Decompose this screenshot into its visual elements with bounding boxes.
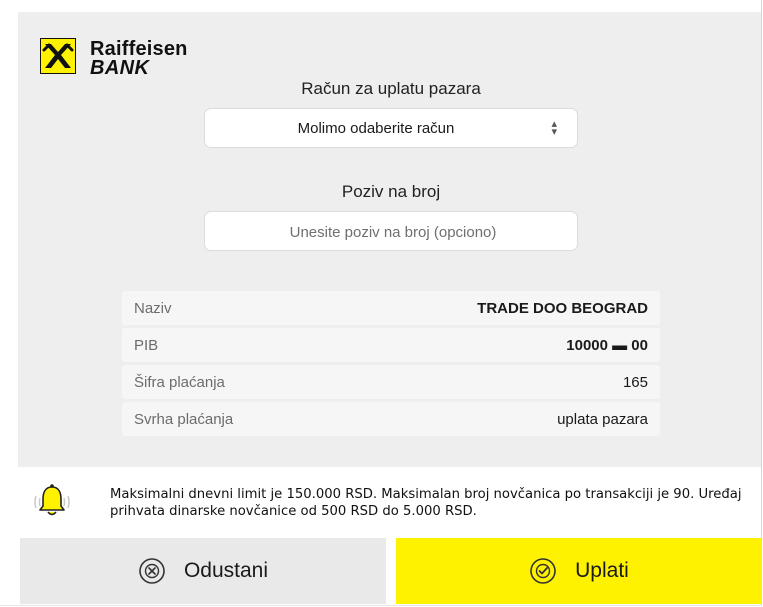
pay-button[interactable]: Uplati: [396, 538, 762, 604]
raiffeisen-gable-cross-icon: [40, 38, 76, 74]
details-row-svrha: Svrha plaćanja uplata pazara: [122, 402, 660, 436]
select-arrows-icon: ▴ ▾: [551, 118, 557, 138]
account-label: Račun za uplatu pazara: [301, 79, 481, 98]
details-key: Svrha plaćanja: [134, 410, 234, 428]
reference-input[interactable]: [205, 212, 581, 252]
details-row-pib: PIB 10000 ▬ 00: [122, 328, 660, 362]
details-value: 165: [622, 373, 648, 391]
reference-label: Poziv na broj: [341, 182, 441, 201]
cancel-icon: [139, 558, 165, 584]
details-key: Šifra plaćanja: [134, 373, 225, 391]
account-select[interactable]: Molimo odaberite račun ▴ ▾: [204, 108, 578, 148]
details-value: TRADE DOO BEOGRAD: [477, 299, 648, 317]
details-key: Naziv: [134, 299, 172, 317]
details-value: uplata pazara: [557, 410, 648, 428]
details-key: PIB: [134, 336, 159, 354]
details-table: Naziv TRADE DOO BEOGRAD PIB 10000 ▬ 00 Š…: [122, 291, 660, 439]
details-row-sifra: Šifra plaćanja 165: [122, 365, 660, 399]
bell-icon: [34, 484, 70, 516]
account-select-value: Molimo odaberite račun: [297, 119, 455, 137]
details-row-naziv: Naziv TRADE DOO BEOGRAD: [122, 291, 660, 325]
pay-button-label: Uplati: [575, 559, 629, 582]
screen: Raiffeisen BANK Račun za uplatu pazara M…: [0, 0, 762, 606]
details-value: 10000 ▬ 00: [566, 336, 648, 354]
raiffeisen-logo: Raiffeisen BANK: [40, 38, 230, 88]
cancel-button-label: Odustani: [183, 559, 269, 582]
reference-input-wrapper: [204, 211, 581, 252]
limit-notice: Maksimalni dnevni limit je 150.000 RSD. …: [18, 470, 761, 536]
check-icon: [530, 558, 556, 584]
cancel-button[interactable]: Odustani: [20, 538, 386, 604]
brand-subname: BANK: [90, 57, 150, 79]
limit-notice-text: Maksimalni dnevni limit je 150.000 RSD. …: [110, 487, 742, 519]
